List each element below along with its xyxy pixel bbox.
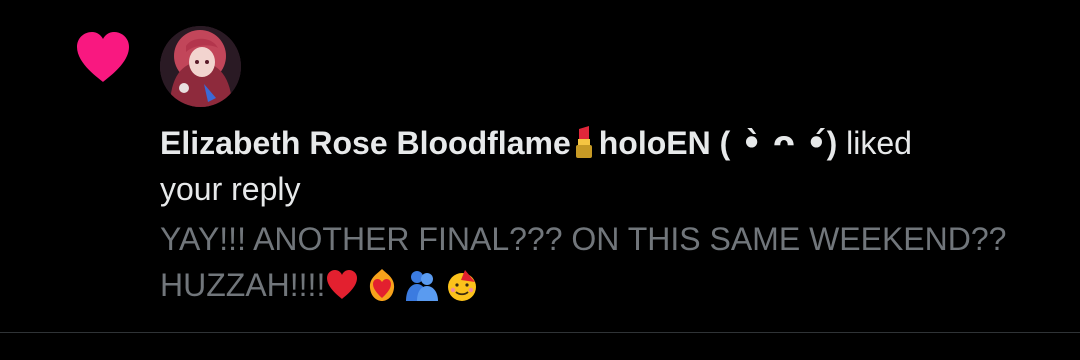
actor-name[interactable]: Elizabeth Rose Bloodflame holoEN ( •̀ ᴖ … [160, 124, 837, 162]
heart-on-fire-emoji [365, 268, 399, 302]
notification-content: Elizabeth Rose Bloodflame holoEN ( •̀ ᴖ … [160, 120, 1060, 308]
like-notification[interactable]: Elizabeth Rose Bloodflame holoEN ( •̀ ᴖ … [0, 0, 1080, 332]
reply-body: YAY!!! ANOTHER FINAL??? ON THIS SAME WEE… [160, 221, 1007, 303]
reply-text[interactable]: YAY!!! ANOTHER FINAL??? ON THIS SAME WEE… [160, 216, 1060, 308]
user-avatar[interactable] [160, 26, 241, 107]
like-summary[interactable]: Elizabeth Rose Bloodflame holoEN ( •̀ ᴖ … [160, 120, 1060, 212]
divider [0, 332, 1080, 333]
lipstick-emoji [573, 125, 595, 159]
heart-icon [74, 30, 132, 84]
action-text: liked [837, 125, 912, 161]
action-text-2: your reply [160, 171, 301, 207]
people-hugging-emoji [405, 268, 439, 302]
partying-face-emoji [445, 268, 479, 302]
red-heart-emoji [325, 268, 359, 302]
